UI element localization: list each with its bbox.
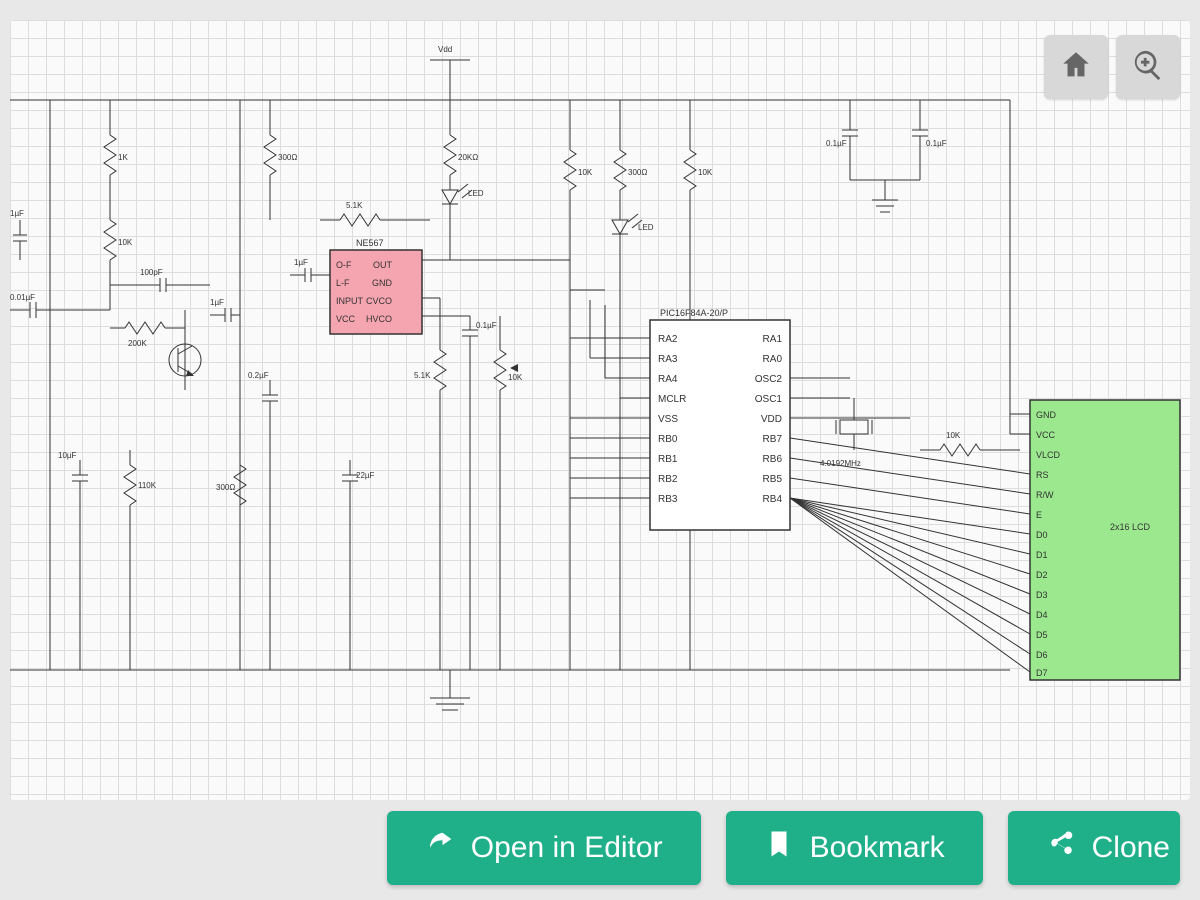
share-arrow-icon [425,829,455,867]
bookmark-icon [764,829,794,867]
svg-text:D3: D3 [1036,590,1048,600]
svg-text:VSS: VSS [658,414,678,425]
svg-text:NE567: NE567 [356,238,384,248]
svg-text:LED: LED [468,189,484,198]
schematic-svg: Vdd 1µF 0.01µF 1K [10,20,1190,800]
svg-text:VCC: VCC [336,314,356,324]
svg-text:0.01µF: 0.01µF [10,293,35,302]
svg-text:300Ω: 300Ω [216,483,235,492]
home-button[interactable] [1044,35,1108,99]
svg-text:0.1µF: 0.1µF [926,139,947,148]
clone-button[interactable]: Clone [1008,811,1180,885]
left-network: 1µF 0.01µF 1K 10K 100pF [10,100,210,670]
svg-text:RA4: RA4 [658,374,678,385]
svg-text:E: E [1036,510,1042,520]
svg-text:RB0: RB0 [658,434,678,445]
bookmark-label: Bookmark [810,831,945,865]
svg-text:D5: D5 [1036,630,1048,640]
svg-text:GND: GND [1036,410,1057,420]
svg-text:110K: 110K [138,481,157,490]
svg-text:RB7: RB7 [763,434,783,445]
decoupling-caps: 0.1µF 0.1µF [810,100,1010,212]
svg-text:CVCO: CVCO [366,296,392,306]
svg-text:OSC2: OSC2 [755,374,783,385]
svg-text:10K: 10K [946,431,961,440]
svg-text:INPUT: INPUT [336,296,364,306]
svg-text:RB3: RB3 [658,494,678,505]
svg-text:10µF: 10µF [58,451,77,460]
svg-text:VCC: VCC [1036,430,1056,440]
svg-text:20KΩ: 20KΩ [458,153,478,162]
svg-text:HVCO: HVCO [366,314,392,324]
svg-text:22µF: 22µF [356,471,375,480]
svg-text:0.1µF: 0.1µF [826,139,847,148]
svg-text:R/W: R/W [1036,490,1054,500]
bookmark-button[interactable]: Bookmark [726,811,983,885]
svg-text:RA3: RA3 [658,354,678,365]
svg-text:D7: D7 [1036,668,1048,678]
svg-text:LED: LED [638,223,654,232]
svg-text:100pF: 100pF [140,268,163,277]
svg-text:RA1: RA1 [763,334,783,345]
svg-text:PIC16F84A-20/P: PIC16F84A-20/P [660,308,728,318]
svg-text:D0: D0 [1036,530,1048,540]
crystal-network: 4.0192MHz [790,378,910,468]
svg-text:10K: 10K [578,168,593,177]
svg-text:RB2: RB2 [658,474,678,485]
svg-text:D1: D1 [1036,550,1048,560]
svg-text:VLCD: VLCD [1036,450,1061,460]
svg-text:10K: 10K [118,238,133,247]
svg-text:1µF: 1µF [10,209,24,218]
svg-text:5.1K: 5.1K [346,201,363,210]
svg-text:RA2: RA2 [658,334,678,345]
open-editor-label: Open in Editor [471,831,663,865]
svg-text:1µF: 1µF [294,258,308,267]
lcd-contrast: 10K [920,431,1020,456]
svg-text:300Ω: 300Ω [278,153,297,162]
svg-text:D6: D6 [1036,650,1048,660]
svg-text:RB6: RB6 [763,454,783,465]
svg-text:OSC1: OSC1 [755,394,783,405]
svg-text:D2: D2 [1036,570,1048,580]
svg-text:RB1: RB1 [658,454,678,465]
svg-text:1µF: 1µF [210,298,224,307]
svg-text:D4: D4 [1036,610,1048,620]
ic-pic: PIC16F84A-20/P RA2 RA3 RA4 MCLR VSS RB0 … [570,290,790,530]
open-editor-button[interactable]: Open in Editor [387,811,701,885]
zoom-in-icon [1131,48,1165,87]
svg-text:L-F: L-F [336,278,350,288]
svg-text:300Ω: 300Ω [628,168,647,177]
svg-text:GND: GND [372,278,393,288]
vdd-label: Vdd [438,45,452,54]
svg-text:200K: 200K [128,339,147,348]
svg-text:10K: 10K [698,168,713,177]
svg-text:OUT: OUT [373,260,393,270]
share-nodes-icon [1046,829,1076,867]
svg-text:10K: 10K [508,373,523,382]
svg-text:O-F: O-F [336,260,352,270]
ne567-output-network: 0.1µF 5.1K 10K 22µF [342,298,523,670]
zoom-in-button[interactable] [1116,35,1180,99]
ic-ne567: NE567 O-F L-F INPUT VCC OUT GND CVCO HVC… [330,238,422,334]
mid-left-network: 300Ω 300Ω 1µF 0.2µF 1µF [210,100,330,670]
svg-text:0.1µF: 0.1µF [476,321,497,330]
home-icon [1059,48,1093,87]
svg-text:MCLR: MCLR [658,394,686,405]
svg-text:RB5: RB5 [763,474,783,485]
svg-text:RS: RS [1036,470,1049,480]
svg-text:5.1K: 5.1K [414,371,431,380]
lcd-module: 2x16 LCD GND VCC VLCD RS R/W E D0 D1 D2 … [790,100,1180,680]
svg-text:2x16 LCD: 2x16 LCD [1110,522,1151,532]
svg-text:RB4: RB4 [763,494,783,505]
schematic-canvas[interactable]: Vdd 1µF 0.01µF 1K [10,20,1190,800]
svg-text:1K: 1K [118,153,128,162]
svg-text:0.2µF: 0.2µF [248,371,269,380]
svg-text:VDD: VDD [761,414,782,425]
clone-label: Clone [1092,831,1170,865]
svg-text:RA0: RA0 [763,354,783,365]
